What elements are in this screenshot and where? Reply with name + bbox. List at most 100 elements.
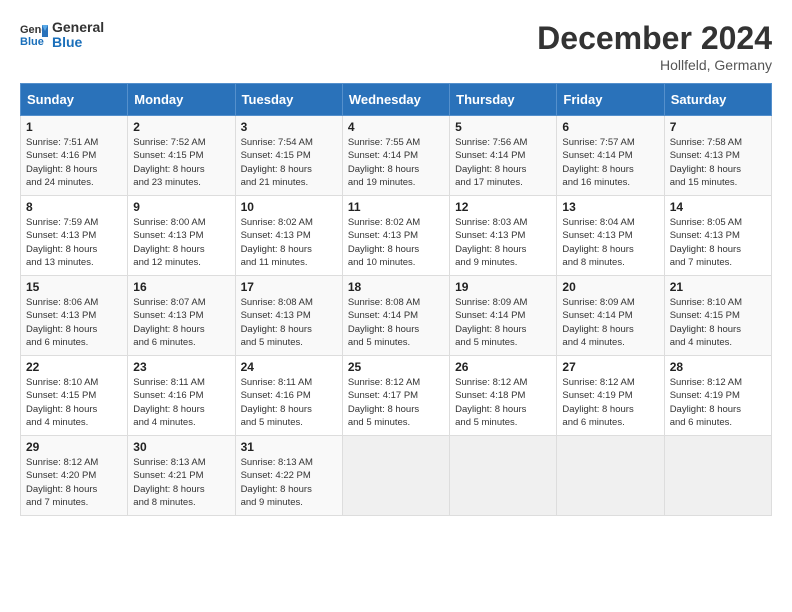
day-info: Daylight: 8 hours bbox=[241, 483, 337, 496]
week-row-2: 8Sunrise: 7:59 AMSunset: 4:13 PMDaylight… bbox=[21, 196, 772, 276]
day-info: and 4 minutes. bbox=[26, 416, 122, 429]
day-number: 7 bbox=[670, 120, 766, 134]
day-info: Daylight: 8 hours bbox=[133, 403, 229, 416]
day-info: Daylight: 8 hours bbox=[348, 243, 444, 256]
day-number: 3 bbox=[241, 120, 337, 134]
day-info: Sunrise: 8:02 AM bbox=[241, 216, 337, 229]
day-info: Sunrise: 7:52 AM bbox=[133, 136, 229, 149]
day-number: 23 bbox=[133, 360, 229, 374]
calendar-cell: 5 Sunrise: 7:56 AMSunset: 4:14 PMDaylight… bbox=[450, 116, 557, 196]
day-info: and 13 minutes. bbox=[26, 256, 122, 269]
day-number: 27 bbox=[562, 360, 658, 374]
day-info: Sunrise: 8:00 AM bbox=[133, 216, 229, 229]
day-info: Sunrise: 8:13 AM bbox=[241, 456, 337, 469]
day-info: Sunrise: 7:56 AM bbox=[455, 136, 551, 149]
day-number: 5 bbox=[455, 120, 551, 134]
day-info: and 8 minutes. bbox=[562, 256, 658, 269]
calendar-table: SundayMondayTuesdayWednesdayThursdayFrid… bbox=[20, 83, 772, 516]
calendar-cell: 13Sunrise: 8:04 AMSunset: 4:13 PMDayligh… bbox=[557, 196, 664, 276]
day-info: Sunrise: 8:06 AM bbox=[26, 296, 122, 309]
day-info: and 4 minutes. bbox=[670, 336, 766, 349]
calendar-cell: 21Sunrise: 8:10 AMSunset: 4:15 PMDayligh… bbox=[664, 276, 771, 356]
day-info: Sunrise: 8:09 AM bbox=[455, 296, 551, 309]
calendar-cell: 17Sunrise: 8:08 AMSunset: 4:13 PMDayligh… bbox=[235, 276, 342, 356]
day-number: 8 bbox=[26, 200, 122, 214]
day-info: Daylight: 8 hours bbox=[455, 323, 551, 336]
day-info: Daylight: 8 hours bbox=[348, 323, 444, 336]
day-info: and 12 minutes. bbox=[133, 256, 229, 269]
calendar-cell: 22Sunrise: 8:10 AMSunset: 4:15 PMDayligh… bbox=[21, 356, 128, 436]
day-info: Sunset: 4:19 PM bbox=[562, 389, 658, 402]
day-info: Sunset: 4:18 PM bbox=[455, 389, 551, 402]
day-info: Sunset: 4:14 PM bbox=[455, 149, 551, 162]
day-number: 20 bbox=[562, 280, 658, 294]
day-info: Sunset: 4:13 PM bbox=[133, 229, 229, 242]
day-info: Sunrise: 8:02 AM bbox=[348, 216, 444, 229]
day-info: and 4 minutes. bbox=[133, 416, 229, 429]
day-info: Sunset: 4:22 PM bbox=[241, 469, 337, 482]
day-info: Daylight: 8 hours bbox=[133, 163, 229, 176]
calendar-cell: 14Sunrise: 8:05 AMSunset: 4:13 PMDayligh… bbox=[664, 196, 771, 276]
calendar-cell: 9Sunrise: 8:00 AMSunset: 4:13 PMDaylight… bbox=[128, 196, 235, 276]
day-info: Sunrise: 7:55 AM bbox=[348, 136, 444, 149]
day-info: Daylight: 8 hours bbox=[670, 163, 766, 176]
calendar-cell: 6Sunrise: 7:57 AMSunset: 4:14 PMDaylight… bbox=[557, 116, 664, 196]
day-info: Daylight: 8 hours bbox=[241, 403, 337, 416]
day-info: and 6 minutes. bbox=[562, 416, 658, 429]
day-info: Sunset: 4:13 PM bbox=[455, 229, 551, 242]
calendar-cell: 16Sunrise: 8:07 AMSunset: 4:13 PMDayligh… bbox=[128, 276, 235, 356]
day-number: 11 bbox=[348, 200, 444, 214]
calendar-cell bbox=[450, 436, 557, 516]
week-row-5: 29Sunrise: 8:12 AMSunset: 4:20 PMDayligh… bbox=[21, 436, 772, 516]
day-info: Sunrise: 8:12 AM bbox=[455, 376, 551, 389]
day-number: 26 bbox=[455, 360, 551, 374]
day-info: and 5 minutes. bbox=[455, 336, 551, 349]
day-number: 28 bbox=[670, 360, 766, 374]
day-info: Sunrise: 8:08 AM bbox=[241, 296, 337, 309]
day-info: Daylight: 8 hours bbox=[562, 323, 658, 336]
day-info: Daylight: 8 hours bbox=[455, 163, 551, 176]
day-number: 30 bbox=[133, 440, 229, 454]
day-info: Sunset: 4:16 PM bbox=[26, 149, 122, 162]
day-number: 29 bbox=[26, 440, 122, 454]
day-info: Daylight: 8 hours bbox=[670, 323, 766, 336]
day-info: Daylight: 8 hours bbox=[348, 163, 444, 176]
day-info: Daylight: 8 hours bbox=[26, 323, 122, 336]
day-info: Sunrise: 7:51 AM bbox=[26, 136, 122, 149]
col-tuesday: Tuesday bbox=[235, 84, 342, 116]
day-info: Daylight: 8 hours bbox=[26, 163, 122, 176]
calendar-cell bbox=[342, 436, 449, 516]
calendar-cell: 31Sunrise: 8:13 AMSunset: 4:22 PMDayligh… bbox=[235, 436, 342, 516]
day-info: and 4 minutes. bbox=[562, 336, 658, 349]
calendar-cell: 11Sunrise: 8:02 AMSunset: 4:13 PMDayligh… bbox=[342, 196, 449, 276]
calendar-cell: 19 Sunrise: 8:09 AMSunset: 4:14 PMDayligh… bbox=[450, 276, 557, 356]
calendar-cell: 7Sunrise: 7:58 AMSunset: 4:13 PMDaylight… bbox=[664, 116, 771, 196]
day-info: Daylight: 8 hours bbox=[670, 403, 766, 416]
calendar-cell: 28Sunrise: 8:12 AMSunset: 4:19 PMDayligh… bbox=[664, 356, 771, 436]
day-info: Daylight: 8 hours bbox=[133, 323, 229, 336]
logo-icon: General Blue bbox=[20, 21, 48, 49]
day-info: Sunset: 4:13 PM bbox=[26, 229, 122, 242]
location: Hollfeld, Germany bbox=[537, 57, 772, 73]
day-info: and 8 minutes. bbox=[133, 496, 229, 509]
day-info: Sunrise: 7:54 AM bbox=[241, 136, 337, 149]
day-info: Sunrise: 8:13 AM bbox=[133, 456, 229, 469]
calendar-cell: 23Sunrise: 8:11 AMSunset: 4:16 PMDayligh… bbox=[128, 356, 235, 436]
day-number: 19 bbox=[455, 280, 551, 294]
col-wednesday: Wednesday bbox=[342, 84, 449, 116]
calendar-cell bbox=[557, 436, 664, 516]
day-info: Sunset: 4:13 PM bbox=[562, 229, 658, 242]
day-info: Daylight: 8 hours bbox=[26, 243, 122, 256]
calendar-cell: 8 Sunrise: 7:59 AMSunset: 4:13 PMDaylight… bbox=[21, 196, 128, 276]
calendar-cell: 30Sunrise: 8:13 AMSunset: 4:21 PMDayligh… bbox=[128, 436, 235, 516]
day-info: Daylight: 8 hours bbox=[562, 163, 658, 176]
calendar-cell: 26 Sunrise: 8:12 AMSunset: 4:18 PMDayligh… bbox=[450, 356, 557, 436]
col-thursday: Thursday bbox=[450, 84, 557, 116]
calendar-cell: 3Sunrise: 7:54 AMSunset: 4:15 PMDaylight… bbox=[235, 116, 342, 196]
day-number: 12 bbox=[455, 200, 551, 214]
day-info: Sunrise: 7:59 AM bbox=[26, 216, 122, 229]
page-header: General Blue General Blue December 2024 … bbox=[20, 20, 772, 73]
day-info: Sunset: 4:16 PM bbox=[241, 389, 337, 402]
day-info: Daylight: 8 hours bbox=[455, 403, 551, 416]
day-info: Sunset: 4:14 PM bbox=[455, 309, 551, 322]
